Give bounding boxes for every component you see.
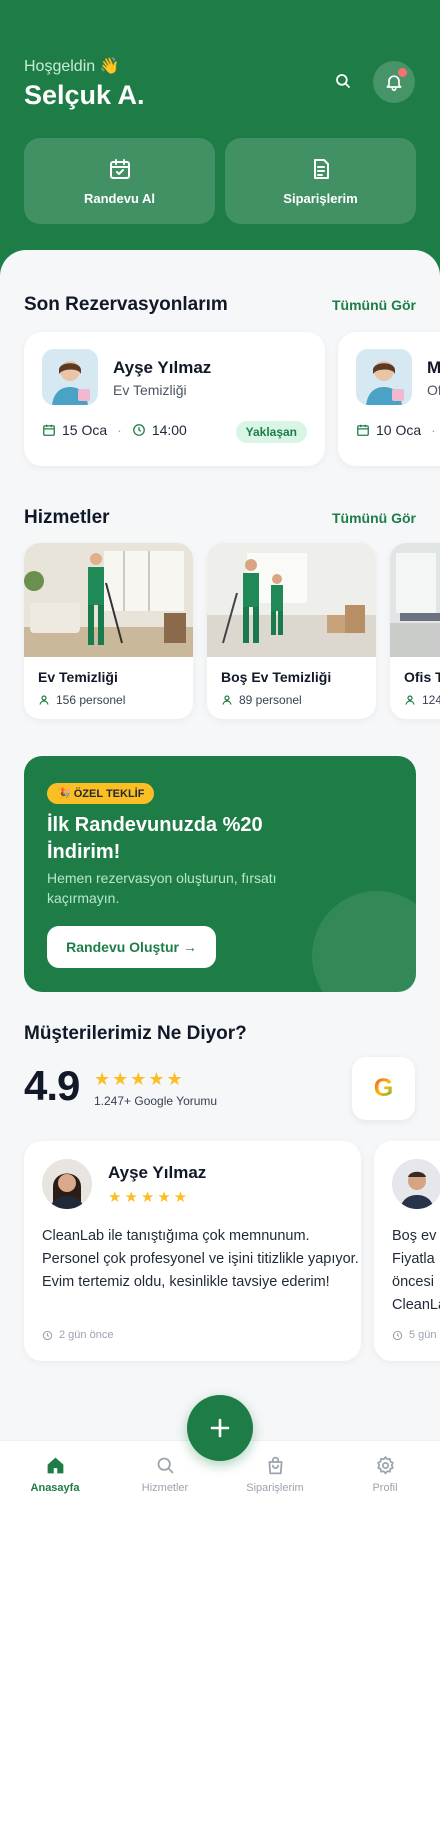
promo-title: İlk Randevunuzda %20 İndirim! — [47, 814, 263, 863]
separator-dot: · — [431, 422, 436, 438]
services-title: Hizmetler — [24, 507, 110, 528]
clock-icon — [42, 1330, 53, 1340]
search-icon — [157, 1457, 173, 1474]
receipt-icon — [313, 158, 329, 179]
quick-action-label: Siparişlerim — [283, 190, 358, 206]
booking-date: 15 Oca — [62, 422, 108, 438]
quick-action-siparislerim[interactable]: Siparişlerim — [225, 138, 416, 224]
service-image — [390, 543, 440, 657]
booking-meta: 10 Oca · — [356, 422, 440, 438]
rating-stars: ★★★★★ — [94, 1069, 185, 1089]
separator-dot: · — [117, 422, 122, 438]
reviewer-avatar — [42, 1159, 92, 1209]
nav-label: Anasayfa — [30, 1482, 80, 1494]
user-icon — [39, 695, 49, 705]
service-card-ofis[interactable]: Ofis T 124 — [390, 543, 440, 719]
search-button[interactable] — [328, 66, 358, 96]
google-reviews-button[interactable]: G — [352, 1057, 415, 1120]
booking-name: M — [427, 358, 440, 377]
google-icon: G — [373, 1074, 394, 1102]
bookings-title: Son Rezervasyonlarım — [24, 294, 228, 315]
review-text: Boş ev Fiyatla öncesi CleanLa — [392, 1228, 440, 1313]
booking-name: Ayşe Yılmaz — [113, 358, 212, 377]
review-stars: ★★★★★ — [108, 1189, 191, 1206]
service-image — [24, 543, 193, 657]
clock-icon — [132, 424, 145, 436]
service-name: Ofis T — [404, 669, 440, 685]
greeting-text: Hoşgeldin 👋 — [24, 58, 120, 75]
calendar-icon — [357, 424, 369, 436]
clock-icon — [392, 1330, 403, 1340]
nav-label: Hizmetler — [141, 1482, 189, 1494]
home-screen: Hoşgeldin 👋 Selçuk A. Randevu Al Sipariş… — [0, 0, 440, 1833]
review-card: Boş ev Fiyatla öncesi CleanLa 5 gün — [374, 1141, 440, 1361]
user-icon — [222, 695, 232, 705]
header: Hoşgeldin 👋 Selçuk A. Randevu Al Sipariş… — [0, 0, 440, 290]
service-count-text: 89 personel — [239, 693, 302, 707]
reviewer-name: Ayşe Yılmaz — [108, 1163, 207, 1182]
service-staff-count: 124 — [404, 693, 440, 707]
nav-item-services[interactable]: Hizmetler — [120, 1455, 210, 1494]
service-count-text: 124 — [422, 693, 440, 707]
promo-banner: 🎉 ÖZEL TEKLİF İlk Randevunuzda %20 İndir… — [24, 756, 416, 992]
create-appointment-button[interactable]: Randevu Oluştur → — [47, 926, 216, 968]
search-icon — [336, 74, 350, 88]
promo-subtitle: Hemen rezervasyon oluşturun, fırsatı kaç… — [47, 870, 277, 906]
service-name: Ev Temizliği — [38, 669, 118, 685]
service-staff-count: 89 personel — [221, 693, 302, 707]
plus-icon — [210, 1418, 230, 1438]
service-staff-count: 156 personel — [38, 693, 125, 707]
booking-service: Of — [427, 382, 440, 398]
status-badge: Yaklaşan — [235, 421, 307, 443]
booking-service: Ev Temizliği — [113, 382, 187, 398]
service-name: Boş Ev Temizliği — [221, 669, 332, 685]
calendar-check-icon — [109, 158, 130, 179]
nav-label: Profil — [372, 1482, 398, 1494]
booking-meta: 15 Oca · 14:00 — [42, 422, 187, 438]
review-text: CleanLab ile tanıştığıma çok memnunum. P… — [42, 1228, 359, 1290]
user-name: Selçuk A. — [24, 80, 145, 110]
reviewer-avatar — [392, 1159, 440, 1209]
add-button[interactable] — [187, 1395, 253, 1461]
service-image — [207, 543, 376, 657]
review-time: 5 gün — [392, 1329, 437, 1341]
promo-badge: 🎉 ÖZEL TEKLİF — [47, 783, 155, 804]
cleaner-avatar — [356, 349, 412, 405]
review-card: Ayşe Yılmaz ★★★★★ CleanLab ile tanıştığı… — [24, 1141, 361, 1361]
service-count-text: 156 personel — [56, 693, 126, 707]
cleaner-avatar — [42, 349, 98, 405]
review-time-text: 2 gün önce — [59, 1329, 114, 1341]
rating-count: 1.247+ Google Yorumu — [94, 1094, 218, 1108]
notification-dot — [398, 68, 407, 77]
quick-action-randevu-al[interactable]: Randevu Al — [24, 138, 215, 224]
service-card-ev-temizligi[interactable]: Ev Temizliği 156 personel — [24, 543, 193, 719]
nav-item-orders[interactable]: Siparişlerim — [230, 1455, 320, 1494]
shopping-bag-icon — [268, 1456, 282, 1475]
booking-date: 10 Oca — [376, 422, 422, 438]
quick-action-label: Randevu Al — [83, 190, 156, 206]
review-time: 2 gün önce — [42, 1329, 113, 1341]
gear-icon — [376, 1455, 394, 1475]
rating-score: 4.9 — [24, 1062, 80, 1109]
nav-item-home[interactable]: Anasayfa — [10, 1455, 100, 1494]
services-see-all-link[interactable]: Tümünü Gör — [332, 510, 416, 526]
calendar-icon — [43, 424, 55, 436]
reviews-title: Müşterilerimiz Ne Diyor? — [24, 1023, 247, 1044]
review-time-text: 5 gün — [409, 1329, 437, 1341]
home-icon — [47, 1457, 63, 1474]
notifications-button[interactable] — [373, 61, 415, 103]
user-icon — [405, 695, 415, 705]
bookings-see-all-link[interactable]: Tümünü Gör — [332, 297, 416, 313]
nav-item-profile[interactable]: Profil — [340, 1455, 430, 1494]
service-card-bos-ev-temizligi[interactable]: Boş Ev Temizliği 89 personel — [207, 543, 376, 719]
decorative-circle — [312, 891, 416, 992]
booking-card[interactable]: M Of 10 Oca · — [338, 332, 440, 466]
booking-card[interactable]: Ayşe Yılmaz Ev Temizliği 15 Oca · 14:00 … — [24, 332, 325, 466]
booking-time: 14:00 — [151, 422, 187, 438]
nav-label: Siparişlerim — [246, 1482, 304, 1494]
